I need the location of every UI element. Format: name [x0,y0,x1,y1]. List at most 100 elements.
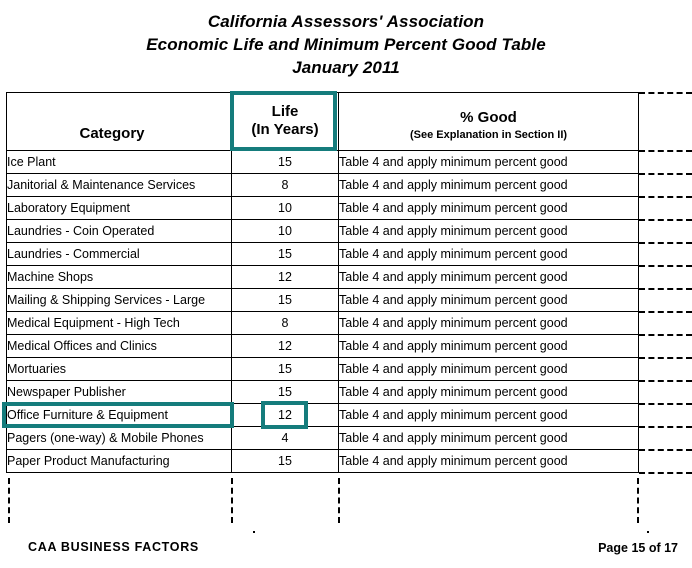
table-cell-category-wrap: Mailing & Shipping Services - Large [7,289,231,311]
table-row: Machine Shops 12 Table 4 and apply minimum… [6,265,639,289]
table-cell-category: Office Furniture & Equipment [2,402,234,428]
table-cell-category: Mailing & Shipping Services - Large [6,288,232,312]
continuation-dash-vertical [338,478,340,523]
table-cell-life-wrap: 15 [232,450,338,472]
table-cell-percent-good-text: Table 4 and apply minimum percent good [339,178,568,192]
table-row: Ice Plant 15 Table 4 and apply minimum per… [6,150,639,174]
table-cell-category: Laundries - Coin Operated [6,219,232,243]
table-header: Category Life (In Years) % Good (See Exp… [6,91,639,151]
table-cell-life-wrap: 12 [232,335,338,357]
table-row: Mailing & Shipping Services - Large 15 Tab… [6,288,639,312]
table-cell-percent-good-text: Table 4 and apply minimum percent good [339,155,568,169]
table-cell-percent-good: Table 4 and apply minimum percent good [338,242,639,266]
table-cell-life-text: 15 [278,385,292,399]
table-cell-life-text: 10 [278,201,292,215]
page-title: California Assessors' Association Econom… [0,10,692,79]
table-row: Paper Product Manufacturing 15 Table 4 and… [6,449,639,473]
table-cell-percent-good-text: Table 4 and apply minimum percent good [339,270,568,284]
table-cell-life: 15 [231,449,339,473]
table-cell-category-wrap: Laboratory Equipment [7,197,231,219]
continuation-dash-horizontal [639,265,692,267]
table-cell-life-wrap: 15 [232,381,338,403]
table-cell-category-wrap: Office Furniture & Equipment [2,402,234,428]
table-cell-life-text: 10 [278,224,292,238]
table-row: Mortuaries 15 Table 4 and apply minimum pe… [6,357,639,381]
table-cell-percent-good-text: Table 4 and apply minimum percent good [339,454,568,468]
table-cell-percent-good: Table 4 and apply minimum percent good [338,265,639,289]
table-cell-category-text: Office Furniture & Equipment [7,408,168,422]
column-header-percent-good: % Good (See Explanation in Section II) [338,92,639,151]
continuation-dash-vertical [637,478,639,523]
table-cell-category-wrap: Laundries - Coin Operated [7,220,231,242]
table-cell-category-text: Janitorial & Maintenance Services [7,178,196,192]
table-cell-category: Janitorial & Maintenance Services [6,173,232,197]
continuation-dash-horizontal [639,219,692,221]
table-cell-life-text: 12 [278,270,292,284]
table-cell-life: 15 [231,242,339,266]
table-cell-percent-good-text: Table 4 and apply minimum percent good [339,293,568,307]
title-line-organization: California Assessors' Association [207,12,485,31]
table-cell-category: Pagers (one-way) & Mobile Phones [6,426,232,450]
table-cell-life-text: 8 [281,178,289,192]
table-row: Janitorial & Maintenance Services 8 Table … [6,173,639,197]
table-cell-percent-good-text: Table 4 and apply minimum percent good [339,316,568,330]
table-cell-life-wrap: 15 [232,289,338,311]
table-cell-life: 4 [231,426,339,450]
table-cell-life: 8 [231,173,339,197]
table-row: Newspaper Publisher 15 Table 4 and apply m… [6,380,639,404]
table-cell-percent-good: Table 4 and apply minimum percent good [338,311,639,335]
table-cell-percent-good-text: Table 4 and apply minimum percent good [339,201,568,215]
table-cell-category-text: Medical Equipment - High Tech [7,316,180,330]
document-page: { "document": { "title_lines": [ "Califo… [0,0,692,568]
table-cell-percent-good: Table 4 and apply minimum percent good [338,449,639,473]
continuation-dash-vertical [231,478,233,523]
table-cell-category: Laboratory Equipment [6,196,232,220]
table-cell-category-wrap: Paper Product Manufacturing [7,450,231,472]
table-cell-life-text: 15 [278,155,292,169]
footer-dot-right [647,531,649,533]
table-cell-percent-good-text: Table 4 and apply minimum percent good [339,408,568,422]
continuation-dash-horizontal [639,403,692,405]
table-cell-percent-good: Table 4 and apply minimum percent good [338,173,639,197]
continuation-dash-horizontal [639,150,692,152]
table-cell-category-text: Ice Plant [7,155,56,169]
table-cell-percent-good-text: Table 4 and apply minimum percent good [339,339,568,353]
table-cell-percent-good: Table 4 and apply minimum percent good [338,219,639,243]
footer-document-label: CAA BUSINESS FACTORS [28,540,199,554]
table-cell-category-wrap: Mortuaries [7,358,231,380]
table-cell-life-wrap: 10 [232,197,338,219]
table-cell-percent-good: Table 4 and apply minimum percent good [338,150,639,174]
table-cell-percent-good-text: Table 4 and apply minimum percent good [339,431,568,445]
table-cell-percent-good: Table 4 and apply minimum percent good [338,380,639,404]
table-cell-life: 12 [231,401,339,429]
continuation-dash-horizontal [639,173,692,175]
table-cell-category: Laundries - Commercial [6,242,232,266]
table-cell-life: 10 [231,219,339,243]
table-cell-life: 10 [231,196,339,220]
continuation-dash-horizontal [639,311,692,313]
table-header-row: Category Life (In Years) % Good (See Exp… [6,91,639,151]
table-cell-life-text: 8 [281,316,289,330]
table-cell-category: Mortuaries [6,357,232,381]
table-cell-percent-good: Table 4 and apply minimum percent good [338,357,639,381]
continuation-dash-horizontal [639,242,692,244]
column-header-percent-good-note: (See Explanation in Section II) [409,129,568,141]
table-cell-category-wrap: Machine Shops [7,266,231,288]
table-cell-category-text: Mailing & Shipping Services - Large [7,293,206,307]
table-cell-life-wrap: 12 [232,266,338,288]
table-cell-percent-good: Table 4 and apply minimum percent good [338,288,639,312]
table-cell-life-wrap: 8 [232,312,338,334]
table-cell-category-wrap: Janitorial & Maintenance Services [7,174,231,196]
column-header-category-label: Category [79,125,145,142]
table-cell-life-text: 15 [278,454,292,468]
table-cell-percent-good: Table 4 and apply minimum percent good [338,426,639,450]
table-cell-category: Paper Product Manufacturing [6,449,232,473]
column-header-life-inner: Life (In Years) [230,91,338,151]
table-cell-category-wrap: Medical Offices and Clinics [7,335,231,357]
table-cell-category-text: Medical Offices and Clinics [7,339,157,353]
economic-life-table: Category Life (In Years) % Good (See Exp… [2,91,639,473]
table-cell-life-wrap: 15 [232,243,338,265]
table-cell-life-text: 15 [278,247,292,261]
table-cell-category-text: Laundries - Coin Operated [7,224,155,238]
title-line-date: January 2011 [292,58,400,77]
